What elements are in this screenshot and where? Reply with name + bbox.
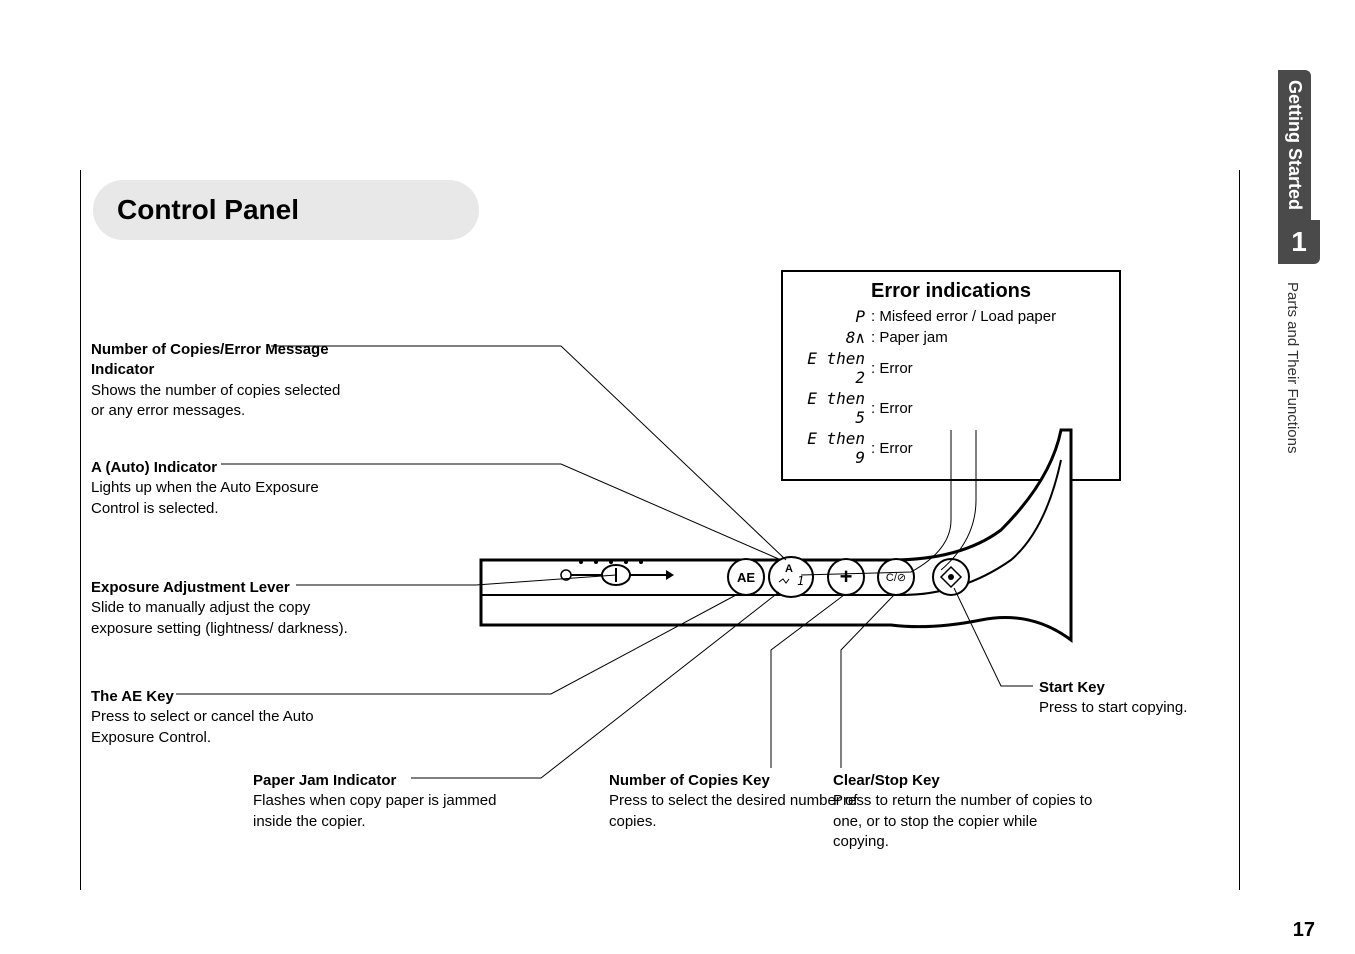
error-row-paperjam: 8∧ : Paper jam <box>795 328 1107 347</box>
callout-exposure-lever: Exposure Adjustment Lever Slide to manua… <box>91 578 351 639</box>
copies-indicator-display: A 1 <box>769 557 813 597</box>
callout-title: Number of Copies/Error Message Indicator <box>91 341 329 378</box>
svg-text:C/⊘: C/⊘ <box>886 572 906 584</box>
error-symbol: E then 5 <box>795 389 865 427</box>
copies-plus-button[interactable]: + <box>828 559 864 595</box>
callout-clear-stop-key: Clear/Stop Key Press to return the numbe… <box>833 771 1093 852</box>
control-panel-diagram: AE A 1 + C/⊘ <box>471 520 1071 770</box>
tab-getting-started: Getting Started <box>1278 70 1311 220</box>
callout-title: A (Auto) Indicator <box>91 459 217 476</box>
error-row-e5: E then 5 : Error <box>795 389 1107 427</box>
side-tabs: Getting Started 1 Parts and Their Functi… <box>1278 70 1320 464</box>
callout-title: The AE Key <box>91 688 174 705</box>
callout-body: Flashes when copy paper is jammed inside… <box>253 792 496 829</box>
clear-stop-button[interactable]: C/⊘ <box>878 559 914 595</box>
page-number: 17 <box>1293 919 1315 942</box>
svg-text:1: 1 <box>797 574 804 588</box>
error-symbol: 8∧ <box>795 328 865 347</box>
callout-body: Slide to manually adjust the copy exposu… <box>91 599 348 636</box>
callout-paper-jam-indicator: Paper Jam Indicator Flashes when copy pa… <box>253 771 513 832</box>
callout-title: Exposure Adjustment Lever <box>91 579 290 596</box>
error-desc: : Misfeed error / Load paper <box>871 308 1056 325</box>
error-symbol: E then 9 <box>795 429 865 467</box>
callout-copies-key: Number of Copies Key Press to select the… <box>609 771 869 832</box>
callout-title: Number of Copies Key <box>609 772 770 789</box>
page-title: Control Panel <box>93 180 479 240</box>
chapter-number: 1 <box>1278 220 1320 264</box>
error-symbol: E then 2 <box>795 349 865 387</box>
error-row-e2: E then 2 : Error <box>795 349 1107 387</box>
ae-key-button[interactable]: AE <box>728 559 764 595</box>
svg-text:+: + <box>840 564 853 589</box>
callout-body: Shows the number of copies selected or a… <box>91 382 340 419</box>
svg-text:AE: AE <box>737 570 755 585</box>
callout-body: Press to select or cancel the Auto Expos… <box>91 708 314 745</box>
error-desc: : Error <box>871 360 913 377</box>
error-desc: : Error <box>871 400 913 417</box>
callout-body: Press to select the desired number of co… <box>609 792 857 829</box>
error-box-header: Error indications <box>795 280 1107 303</box>
content-frame: Control Panel Error indications P : Misf… <box>80 170 1240 890</box>
callout-copies-indicator: Number of Copies/Error Message Indicator… <box>91 340 351 421</box>
callout-body: Press to return the number of copies to … <box>833 792 1092 850</box>
tab-parts-functions: Parts and Their Functions <box>1278 272 1307 463</box>
error-desc: : Error <box>871 440 913 457</box>
callout-auto-indicator: A (Auto) Indicator Lights up when the Au… <box>91 458 351 519</box>
error-symbol: P <box>795 307 865 326</box>
callout-title: Clear/Stop Key <box>833 772 940 789</box>
error-row-misfeed: P : Misfeed error / Load paper <box>795 307 1107 326</box>
callout-title: Paper Jam Indicator <box>253 772 396 789</box>
svg-text:A: A <box>785 563 793 575</box>
start-button[interactable] <box>933 559 969 595</box>
callout-body: Lights up when the Auto Exposure Control… <box>91 479 319 516</box>
error-desc: : Paper jam <box>871 329 948 346</box>
callout-ae-key: The AE Key Press to select or cancel the… <box>91 687 351 748</box>
